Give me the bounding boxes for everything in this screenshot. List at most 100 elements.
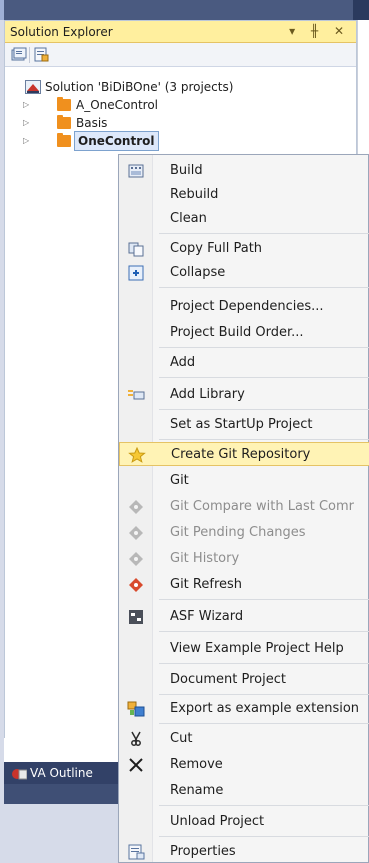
menu-item-label: Clean — [170, 211, 207, 226]
menu-separator — [159, 409, 369, 410]
menu-item-view-example-help[interactable]: View Example Project Help — [119, 637, 369, 661]
expand-arrow-icon[interactable]: ▷ — [23, 96, 33, 114]
export-icon — [127, 701, 145, 717]
menu-item-label: Add Library — [170, 387, 245, 402]
menu-separator — [159, 439, 369, 440]
menu-item-asf-wizard[interactable]: ASF Wizard — [119, 605, 369, 629]
menu-item-git-compare[interactable]: Git Compare with Last Comr — [119, 495, 369, 519]
menu-item-properties[interactable]: Properties — [119, 840, 369, 863]
menu-separator — [159, 631, 369, 632]
menu-item-label: Collapse — [170, 265, 226, 280]
project-label: A_OneControl — [76, 98, 159, 112]
panel-title: Solution Explorer — [10, 25, 113, 39]
menu-item-label: View Example Project Help — [170, 641, 344, 656]
selected-project-label: OneControl — [74, 131, 159, 151]
menu-item-export-as-example[interactable]: Export as example extension — [119, 697, 369, 721]
copy-icon — [127, 241, 145, 257]
menu-item-label: Project Dependencies... — [170, 299, 324, 314]
menu-item-add[interactable]: Add — [119, 351, 369, 375]
project-folder-icon — [57, 133, 71, 147]
menu-separator — [159, 287, 369, 288]
menu-item-label: Remove — [170, 757, 223, 772]
menu-separator — [159, 377, 369, 378]
tree-row-project[interactable]: ▷ Basis — [5, 114, 205, 132]
menu-item-unload-project[interactable]: Unload Project — [119, 810, 369, 834]
properties-icon — [127, 844, 145, 860]
menu-separator — [159, 347, 369, 348]
library-icon — [127, 387, 145, 403]
git-icon — [127, 577, 145, 593]
solution-explorer-toolbar — [5, 43, 356, 67]
menu-item-label: Rebuild — [170, 187, 219, 202]
menu-item-label: Project Build Order... — [170, 325, 304, 340]
asf-icon — [127, 609, 145, 625]
git-icon — [127, 525, 145, 541]
menu-item-rebuild[interactable]: Rebuild — [119, 183, 369, 207]
x-icon — [127, 757, 145, 773]
git-icon — [127, 551, 145, 567]
menu-item-build[interactable]: Build — [119, 159, 369, 183]
menu-item-label: Git Compare with Last Comr — [170, 499, 354, 514]
menu-item-copy-full-path[interactable]: Copy Full Path — [119, 237, 369, 261]
menu-item-project-build-order[interactable]: Project Build Order... — [119, 321, 369, 345]
solution-label: Solution 'BiDiBOne' (3 projects) — [45, 80, 234, 94]
menu-item-git-history[interactable]: Git History — [119, 547, 369, 571]
git-icon — [127, 499, 145, 515]
menu-item-set-as-startup[interactable]: Set as StartUp Project — [119, 413, 369, 437]
project-label: Basis — [76, 116, 108, 130]
menu-item-cut[interactable]: Cut — [119, 727, 369, 751]
va-outline-tab[interactable]: VA Outline — [4, 762, 118, 784]
menu-item-collapse[interactable]: Collapse — [119, 261, 369, 285]
menu-item-git[interactable]: Git — [119, 469, 369, 493]
solution-explorer-title-bar[interactable]: Solution Explorer ▾ ╫ ✕ — [5, 21, 356, 43]
menu-item-label: Git History — [170, 551, 240, 566]
menu-item-label: Git Refresh — [170, 577, 243, 592]
menu-item-label: Rename — [170, 783, 224, 798]
tree-row-project[interactable]: ▷ A_OneControl — [5, 96, 205, 114]
tree-row-project-selected[interactable]: ▷ OneControl — [5, 131, 205, 151]
panel-window-buttons[interactable]: ▾ ╫ ✕ — [289, 24, 350, 38]
menu-item-git-pending-changes[interactable]: Git Pending Changes — [119, 521, 369, 545]
menu-separator — [159, 599, 369, 600]
top-strip — [0, 0, 369, 20]
menu-item-label: Copy Full Path — [170, 241, 263, 256]
show-all-files-icon[interactable] — [11, 47, 27, 62]
menu-item-label: Export as example extension — [170, 701, 360, 716]
menu-item-remove[interactable]: Remove — [119, 753, 369, 777]
menu-separator — [159, 694, 369, 695]
menu-item-rename[interactable]: Rename — [119, 779, 369, 803]
star-icon — [128, 446, 146, 463]
build-icon — [127, 163, 145, 179]
menu-item-add-library[interactable]: Add Library — [119, 383, 369, 407]
menu-item-label: Set as StartUp Project — [170, 417, 313, 432]
menu-separator — [159, 663, 369, 664]
menu-separator — [159, 233, 369, 234]
menu-item-label: Git Pending Changes — [170, 525, 306, 540]
frame-line — [0, 0, 4, 20]
context-menu: Build Rebuild Clean Copy Full Path Colla… — [118, 154, 369, 863]
menu-item-git-refresh[interactable]: Git Refresh — [119, 573, 369, 597]
properties-icon[interactable] — [33, 47, 49, 62]
menu-separator — [159, 723, 369, 724]
window-edge — [353, 0, 369, 20]
scissors-icon — [127, 731, 145, 747]
menu-item-document-project[interactable]: Document Project — [119, 668, 369, 692]
menu-separator — [159, 805, 369, 806]
menu-item-project-dependencies[interactable]: Project Dependencies... — [119, 295, 369, 319]
menu-item-label: ASF Wizard — [170, 609, 244, 624]
project-folder-icon — [57, 97, 71, 111]
menu-item-label: Build — [170, 163, 203, 178]
menu-item-create-git-repository[interactable]: Create Git Repository — [119, 442, 369, 466]
menu-item-clean[interactable]: Clean — [119, 207, 369, 231]
expand-arrow-icon[interactable]: ▷ — [23, 114, 33, 132]
menu-item-label: Git — [170, 473, 189, 488]
collapse-icon — [127, 265, 145, 281]
menu-item-label: Document Project — [170, 672, 286, 687]
menu-item-label: Unload Project — [170, 814, 265, 829]
expand-arrow-icon[interactable]: ▷ — [23, 132, 33, 150]
va-outline-icon — [11, 766, 28, 780]
menu-item-label: Create Git Repository — [171, 447, 311, 462]
project-folder-icon — [57, 115, 71, 129]
menu-item-label: Add — [170, 355, 196, 370]
menu-item-label: Properties — [170, 844, 236, 859]
